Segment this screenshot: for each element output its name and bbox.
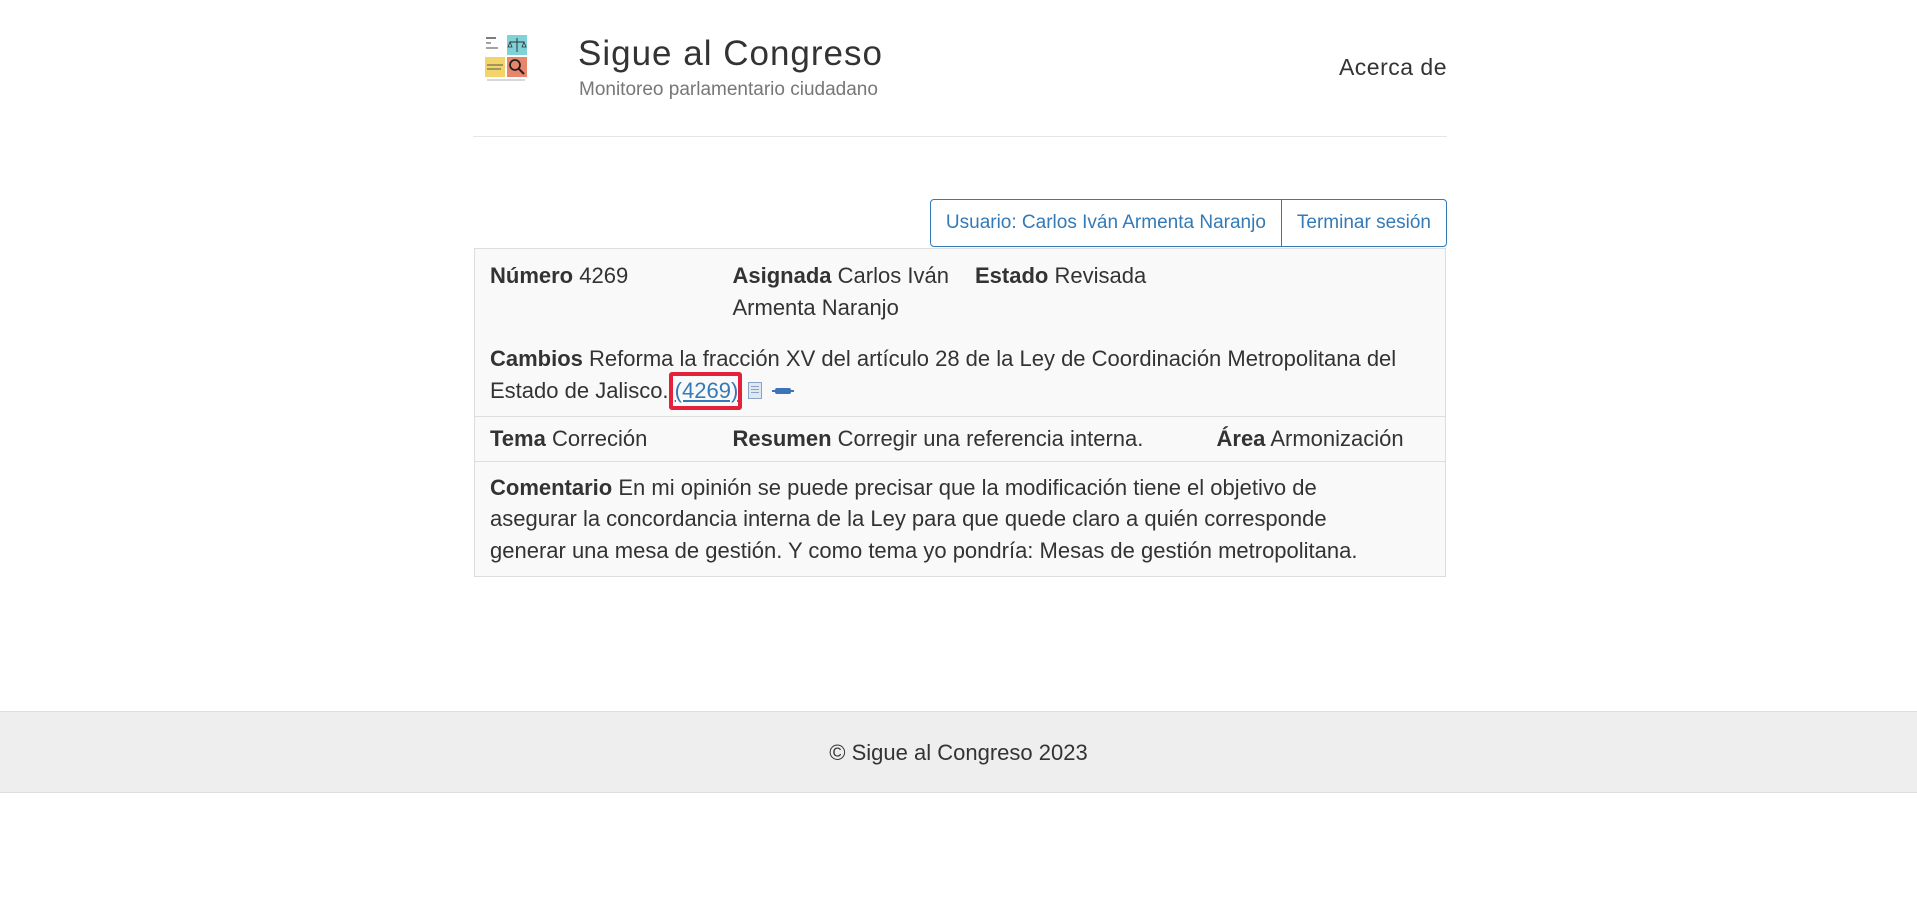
number-label: Número xyxy=(490,263,574,288)
topic-cell: Tema Correción xyxy=(490,423,733,455)
about-link[interactable]: Acerca de xyxy=(1339,54,1447,81)
site-header: Sigue al Congreso Monitoreo parlamentari… xyxy=(473,0,1447,137)
session-bar: Usuario: Carlos Iván Armenta Naranjo Ter… xyxy=(929,199,1447,247)
comment-label: Comentario xyxy=(490,474,613,500)
user-button[interactable]: Usuario: Carlos Iván Armenta Naranjo xyxy=(929,199,1282,247)
summary-cell: Resumen Corregir una referencia interna. xyxy=(733,423,1217,455)
comment-value: En mi opinión se puede precisar que la m… xyxy=(490,474,1358,563)
number-cell: Número 4269 xyxy=(490,260,733,323)
number-value: 4269 xyxy=(579,263,629,288)
changes-cell: Cambios Reforma la fracción XV del artíc… xyxy=(490,343,1430,406)
site-title: Sigue al Congreso xyxy=(578,34,883,73)
site-footer: © Sigue al Congreso 2023 xyxy=(0,711,1917,793)
topic-label: Tema xyxy=(490,426,546,451)
topic-value: Correción xyxy=(551,426,648,451)
area-label: Área xyxy=(1216,426,1266,451)
record-topic-row: Tema Correción Resumen Corregir una refe… xyxy=(475,417,1445,462)
logout-button[interactable]: Terminar sesión xyxy=(1280,199,1447,247)
area-cell: Área Armonización xyxy=(1217,423,1404,455)
sigue-al-congreso-logo[interactable] xyxy=(483,33,529,83)
record-comment-row: Comentario En mi opinión se puede precis… xyxy=(475,462,1445,577)
summary-value: Corregir una referencia interna. xyxy=(837,426,1144,451)
document-icon[interactable] xyxy=(748,381,763,399)
status-cell: Estado Revisada xyxy=(975,260,1218,323)
assigned-cell: Asignada Carlos Iván Armenta Naranjo xyxy=(733,260,976,323)
status-value: Revisada xyxy=(1054,263,1147,288)
area-value: Armonización xyxy=(1270,426,1404,451)
site-subtitle: Monitoreo parlamentario ciudadano xyxy=(579,79,878,100)
law-number-link[interactable]: (4269) xyxy=(675,378,739,403)
changes-text: Reforma la fracción XV del artículo 28 d… xyxy=(490,346,1397,403)
assigned-label: Asignada xyxy=(732,263,832,288)
comment-cell: Comentario En mi opinión se puede precis… xyxy=(490,472,1370,567)
footer-copyright: © Sigue al Congreso 2023 xyxy=(829,740,1088,765)
diff-icon[interactable] xyxy=(772,387,795,394)
changes-label: Cambios xyxy=(490,346,583,371)
record-table: Número 4269 Asignada Carlos Iván Armenta… xyxy=(474,248,1446,577)
record-main-row: Número 4269 Asignada Carlos Iván Armenta… xyxy=(475,249,1445,417)
status-label: Estado xyxy=(975,263,1049,288)
summary-label: Resumen xyxy=(732,426,832,451)
